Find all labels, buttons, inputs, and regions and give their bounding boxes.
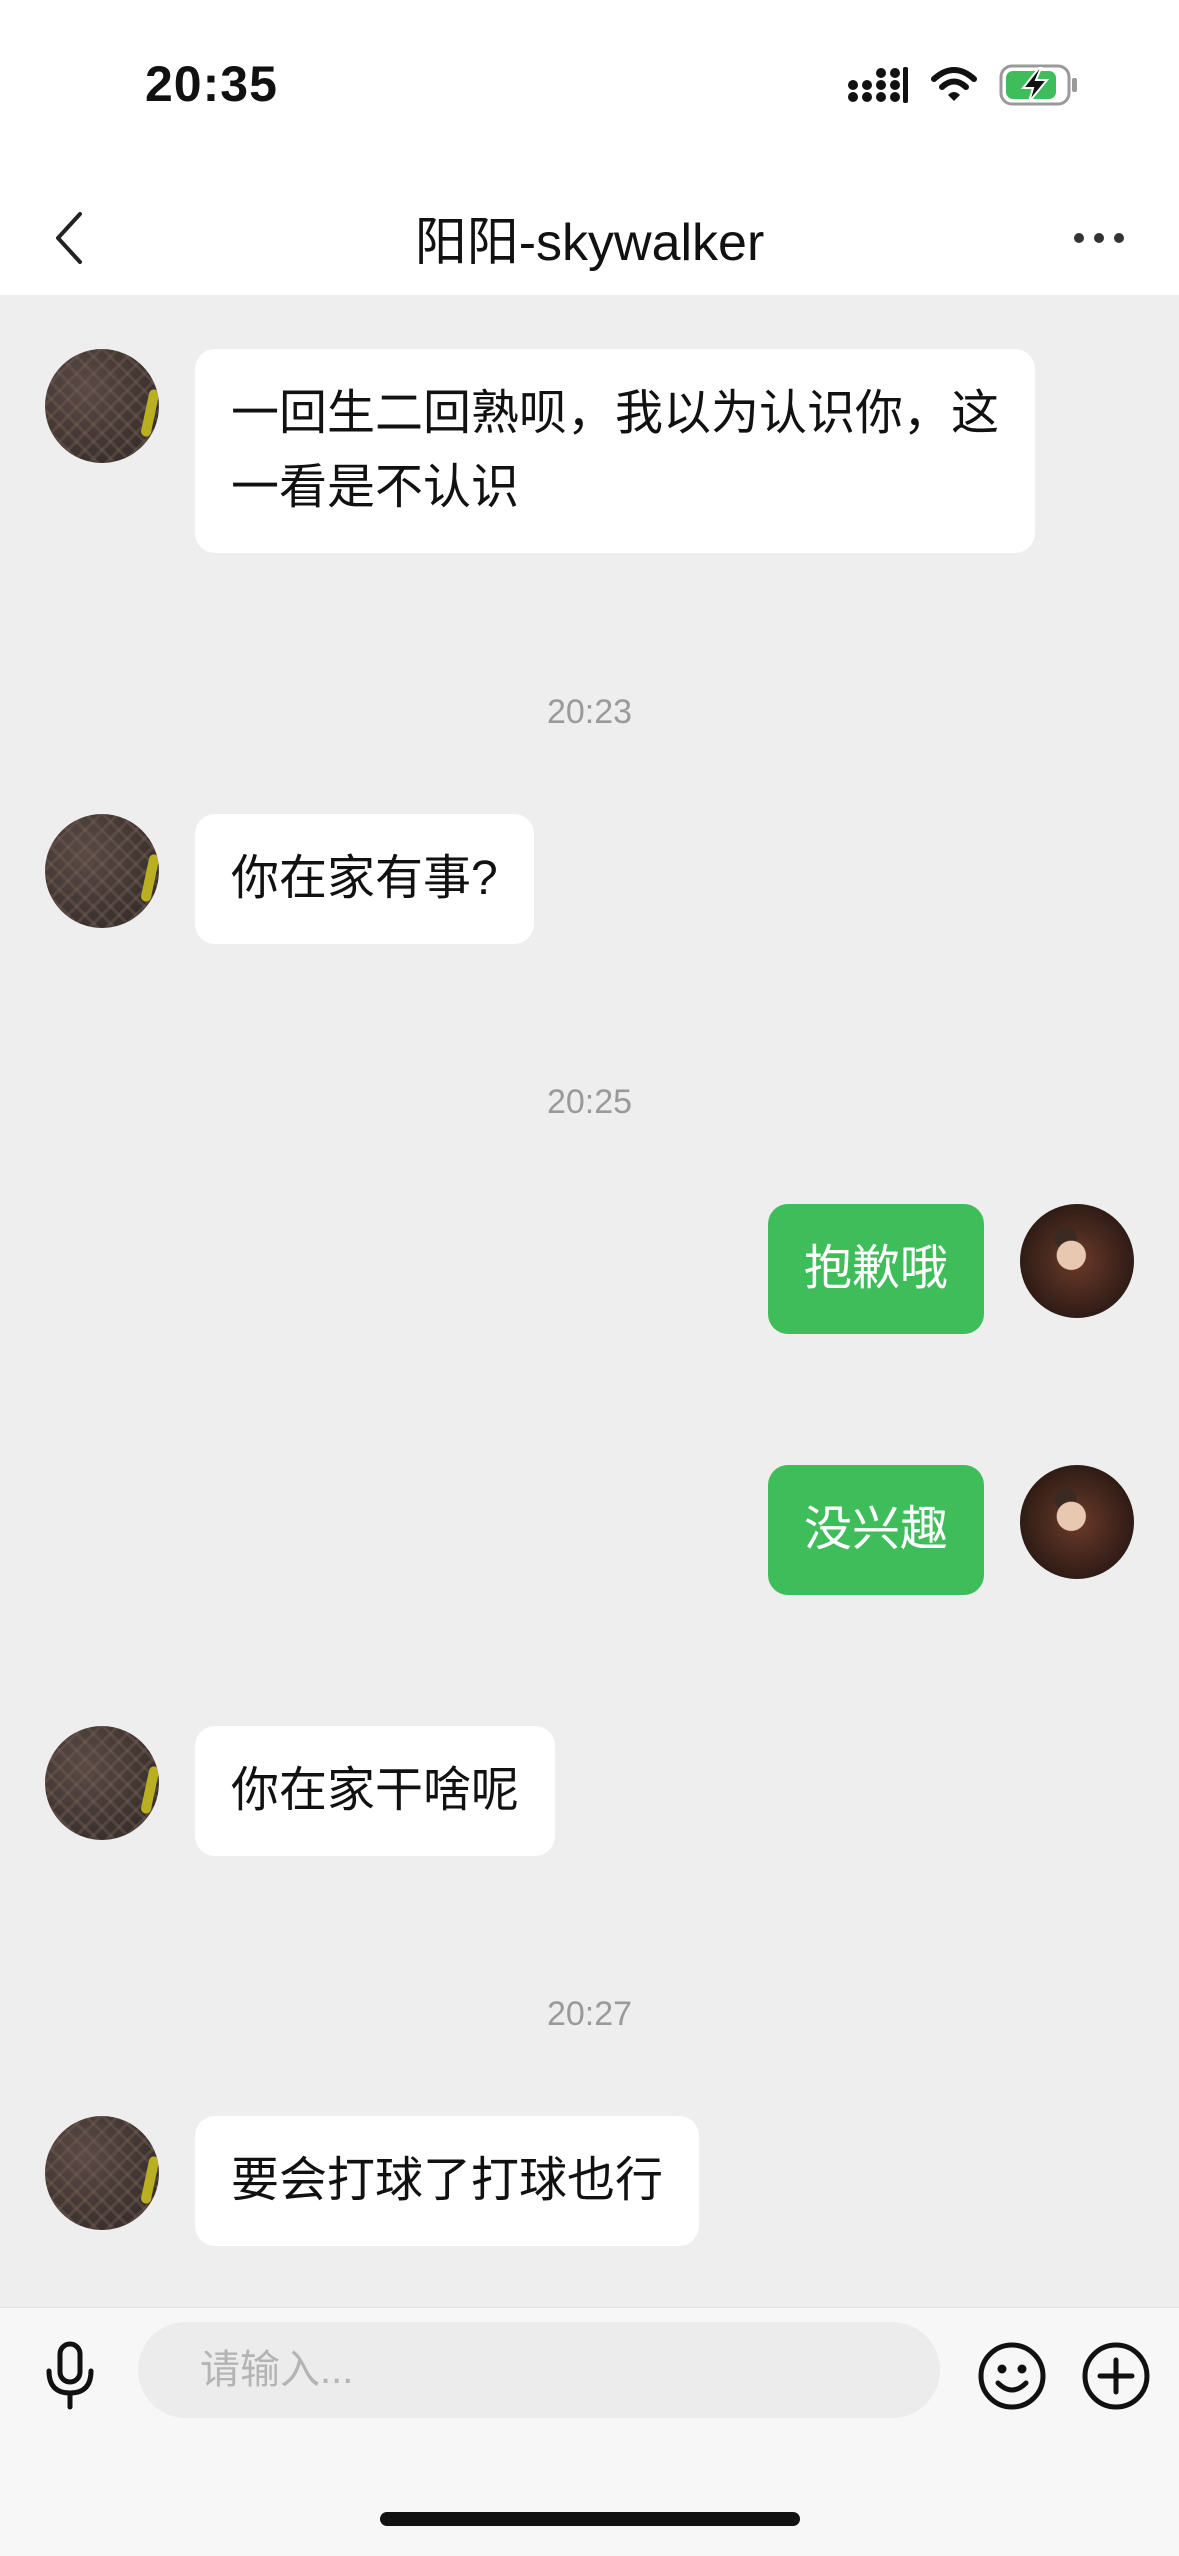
more-actions-button[interactable]: [1074, 2336, 1158, 2420]
more-button[interactable]: [1049, 200, 1149, 280]
emoji-button[interactable]: [970, 2336, 1054, 2420]
signal-icon: [847, 65, 909, 110]
self-avatar[interactable]: [1020, 1465, 1134, 1579]
plus-circle-icon: [1081, 2341, 1151, 2416]
voice-button[interactable]: [30, 2338, 110, 2418]
status-icons: [847, 62, 1079, 112]
battery-charging-icon: [999, 64, 1079, 111]
emoji-icon: [977, 2341, 1047, 2416]
message-input[interactable]: [138, 2322, 940, 2418]
microphone-icon: [42, 2341, 98, 2416]
message-bubble[interactable]: 一回生二回熟呗，我以为认识你，这一看是不认识: [195, 349, 1035, 553]
timestamp: 20:27: [546, 1995, 633, 2033]
status-bar: 20:35: [0, 0, 1179, 180]
chat-title: 阳阳-skywalker: [414, 214, 765, 272]
chat-area[interactable]: 一回生二回熟呗，我以为认识你，这一看是不认识 20:23 你在家有事? 20:2…: [0, 295, 1179, 2307]
peer-avatar[interactable]: [45, 814, 159, 928]
peer-avatar[interactable]: [45, 1726, 159, 1840]
nav-bar: 阳阳-skywalker: [0, 180, 1179, 295]
home-indicator[interactable]: [380, 2512, 800, 2526]
more-dots-icon: [1072, 231, 1126, 250]
timestamp: 20:23: [546, 693, 633, 731]
message-bubble[interactable]: 你在家有事?: [195, 814, 534, 944]
message-bubble[interactable]: 抱歉哦: [767, 1204, 984, 1334]
message-bubble[interactable]: 没兴趣: [767, 1465, 984, 1595]
chevron-left-icon: [50, 208, 90, 273]
peer-avatar[interactable]: [45, 2116, 159, 2230]
status-time: 20:35: [145, 56, 278, 112]
peer-avatar[interactable]: [45, 349, 159, 463]
back-button[interactable]: [30, 200, 110, 280]
message-bubble[interactable]: 要会打球了打球也行: [195, 2116, 700, 2246]
self-avatar[interactable]: [1020, 1204, 1134, 1318]
wifi-icon: [931, 66, 977, 108]
timestamp: 20:25: [546, 1083, 633, 1121]
message-bubble[interactable]: 你在家干啥呢: [195, 1726, 556, 1856]
